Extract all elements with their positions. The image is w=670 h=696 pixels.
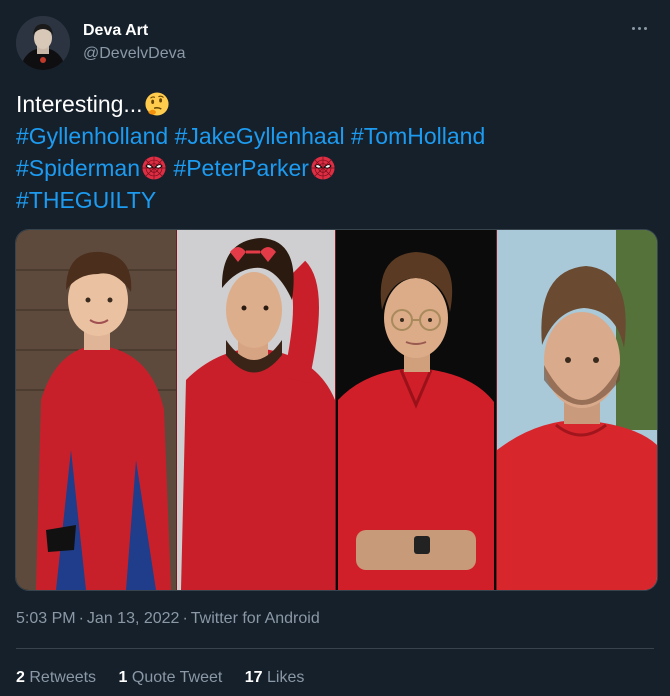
tweet-text-line-2: #Gyllenholland #JakeGyllenhaal #TomHolla… bbox=[16, 120, 656, 152]
meta-separator: · bbox=[78, 610, 84, 627]
tweet-meta: 5:03 PM · Jan 13, 2022 · Twitter for Android bbox=[16, 609, 320, 629]
quote-tweets-stat[interactable]: 1 Quote Tweet bbox=[119, 668, 223, 688]
tweet-source[interactable]: Twitter for Android bbox=[191, 610, 320, 627]
hashtag-jakegyllenhaal[interactable]: #JakeGyllenhaal bbox=[175, 123, 345, 149]
retweets-label: Retweets bbox=[29, 669, 97, 686]
tweet-text: Interesting... #Gyllenholland #JakeGylle… bbox=[16, 88, 656, 216]
author-handle[interactable]: @DevelvDeva bbox=[83, 44, 186, 64]
tweet-text-line-3: #Spiderman #PeterParker bbox=[16, 152, 656, 184]
author-block: Deva Art @DevelvDeva bbox=[83, 21, 186, 64]
divider bbox=[16, 648, 654, 649]
hashtag-peterparker[interactable]: #PeterParker bbox=[173, 155, 309, 181]
hashtag-gyllenholland[interactable]: #Gyllenholland bbox=[16, 123, 168, 149]
tweet-date[interactable]: Jan 13, 2022 bbox=[87, 610, 180, 627]
tweet-header: Deva Art @DevelvDeva bbox=[16, 16, 654, 72]
tweet: Deva Art @DevelvDeva Interesting... #Gyl… bbox=[0, 0, 670, 696]
thinking-face-emoji-icon bbox=[145, 92, 169, 116]
tweet-text-line-4: #THEGUILTY bbox=[16, 184, 656, 216]
tweet-text-line-1: Interesting... bbox=[16, 88, 656, 120]
photo-red-sweater bbox=[497, 230, 657, 590]
quote-tweets-count: 1 bbox=[118, 669, 128, 686]
quote-tweets-label: Quote Tweet bbox=[131, 669, 223, 686]
retweets-stat[interactable]: 2 Retweets bbox=[16, 668, 96, 688]
hashtag-spiderman[interactable]: #Spiderman bbox=[16, 155, 140, 181]
likes-stat[interactable]: 17 Likes bbox=[245, 668, 305, 688]
hashtag-theguilty[interactable]: #THEGUILTY bbox=[16, 187, 156, 213]
photo-spiderman-suit bbox=[16, 230, 176, 590]
photo-red-polo-glasses bbox=[336, 230, 496, 590]
likes-label: Likes bbox=[267, 669, 305, 686]
tweet-time[interactable]: 5:03 PM bbox=[16, 610, 76, 627]
spiderman-mask-emoji-icon bbox=[311, 156, 335, 180]
tweet-intro-text: Interesting... bbox=[16, 91, 143, 117]
retweets-count: 2 bbox=[16, 669, 25, 686]
spiderman-mask-emoji-icon bbox=[142, 156, 166, 180]
photo-red-shirt-heart-glasses bbox=[177, 230, 335, 590]
author-display-name[interactable]: Deva Art bbox=[83, 21, 186, 41]
avatar[interactable] bbox=[16, 16, 70, 70]
more-options-icon[interactable] bbox=[628, 18, 652, 38]
tweet-stats: 2 Retweets 1 Quote Tweet 17 Likes bbox=[16, 668, 322, 688]
likes-count: 17 bbox=[244, 669, 263, 686]
meta-separator: · bbox=[182, 610, 188, 627]
tweet-media-image[interactable] bbox=[15, 229, 658, 591]
hashtag-tomholland[interactable]: #TomHolland bbox=[351, 123, 485, 149]
